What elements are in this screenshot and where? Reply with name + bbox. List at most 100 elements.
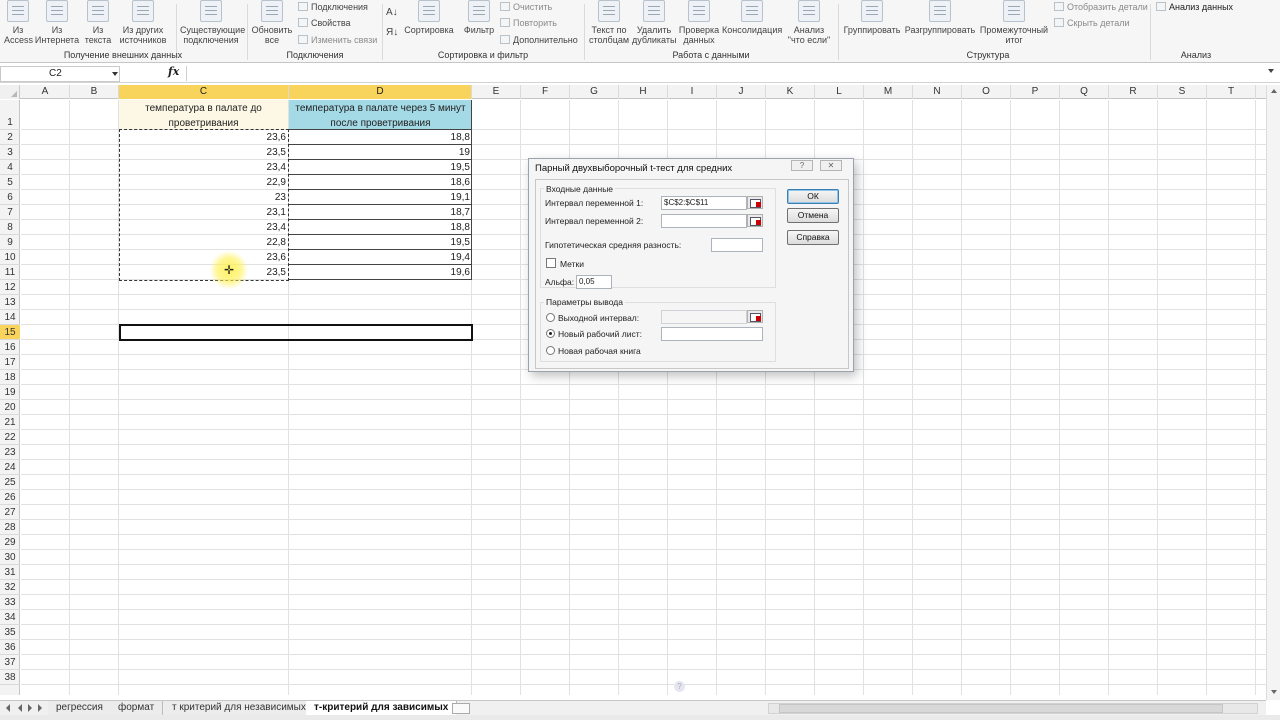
cell-d2[interactable]: 18,8 [289, 130, 472, 145]
remove-duplicates-button[interactable]: Удалить дубликаты [632, 0, 676, 45]
new-sheet-name-input[interactable] [661, 327, 763, 341]
row-header-16[interactable]: 16 [0, 340, 20, 355]
labels-checkbox[interactable] [546, 258, 556, 268]
column-header-p[interactable]: P [1011, 85, 1060, 99]
row-header-32[interactable]: 32 [0, 580, 20, 595]
edit-links-button[interactable]: Изменить связи [298, 35, 377, 45]
row-header-33[interactable]: 33 [0, 595, 20, 610]
row-header-34[interactable]: 34 [0, 610, 20, 625]
var2-range-input[interactable] [661, 214, 747, 228]
vertical-scrollbar[interactable] [1266, 85, 1280, 700]
reapply-button[interactable]: Повторить [500, 18, 557, 28]
var1-range-input[interactable]: $C$2:$C$11 [661, 196, 747, 210]
column-header-q[interactable]: Q [1060, 85, 1109, 99]
row-header-17[interactable]: 17 [0, 355, 20, 370]
row-header-4[interactable]: 4 [0, 160, 20, 175]
name-box[interactable]: C2 [0, 66, 120, 82]
output-range-input[interactable] [661, 310, 747, 324]
cell-d8[interactable]: 18,8 [289, 220, 472, 235]
horizontal-scroll-thumb[interactable] [779, 704, 1223, 713]
row-header-10[interactable]: 10 [0, 250, 20, 265]
from-other-sources-button[interactable]: Из других источников [114, 0, 172, 45]
alpha-input[interactable]: 0,05 [576, 275, 612, 289]
column-header-h[interactable]: H [619, 85, 668, 99]
column-header-e[interactable]: E [472, 85, 521, 99]
column-header-s[interactable]: S [1158, 85, 1207, 99]
row-header-7[interactable]: 7 [0, 205, 20, 220]
column-header-k[interactable]: K [766, 85, 815, 99]
from-web-button[interactable]: Из Интернета [34, 0, 80, 45]
cell-c1-header[interactable]: температура в палате до проветривания [119, 100, 288, 129]
row-header-1[interactable]: 1 [0, 100, 20, 130]
row-header-21[interactable]: 21 [0, 415, 20, 430]
ok-button[interactable]: ОК [787, 189, 839, 204]
dialog-help-icon[interactable]: ? [791, 160, 813, 171]
row-header-38[interactable]: 38 [0, 670, 20, 685]
what-if-button[interactable]: Анализ "что если" [784, 0, 834, 45]
row-header-20[interactable]: 20 [0, 400, 20, 415]
cell-d5[interactable]: 18,6 [289, 175, 472, 190]
row-header-5[interactable]: 5 [0, 175, 20, 190]
new-book-radio[interactable] [546, 346, 555, 355]
row-header-15[interactable]: 15 [0, 325, 20, 340]
row-header-14[interactable]: 14 [0, 310, 20, 325]
sheet-tab-2[interactable]: формат [110, 701, 164, 715]
row-header-3[interactable]: 3 [0, 145, 20, 160]
cell-d10[interactable]: 19,4 [289, 250, 472, 265]
row-header-31[interactable]: 31 [0, 565, 20, 580]
row-header-18[interactable]: 18 [0, 370, 20, 385]
cell-d1-header[interactable]: температура в палате через 5 минут после… [289, 100, 472, 129]
row-header-28[interactable]: 28 [0, 520, 20, 535]
connections-button[interactable]: Подключения [298, 2, 368, 12]
row-header-26[interactable]: 26 [0, 490, 20, 505]
clear-filter-button[interactable]: Очистить [500, 2, 552, 12]
from-access-button[interactable]: Из Access [4, 0, 33, 45]
dialog-close-icon[interactable]: ✕ [820, 160, 842, 171]
column-header-b[interactable]: B [70, 85, 119, 99]
data-validation-button[interactable]: Проверка данных [678, 0, 720, 45]
advanced-filter-button[interactable]: Дополнительно [500, 35, 578, 45]
row-header-8[interactable]: 8 [0, 220, 20, 235]
properties-button[interactable]: Свойства [298, 18, 351, 28]
row-header-11[interactable]: 11 [0, 265, 20, 280]
column-header-t[interactable]: T [1207, 85, 1256, 99]
row-header-37[interactable]: 37 [0, 655, 20, 670]
last-sheet-icon[interactable] [38, 704, 42, 712]
var1-range-picker-icon[interactable] [747, 196, 763, 209]
column-header-j[interactable]: J [717, 85, 766, 99]
select-all-corner[interactable] [0, 85, 20, 99]
show-detail-button[interactable]: Отобразить детали [1054, 2, 1148, 12]
row-header-19[interactable]: 19 [0, 385, 20, 400]
sheet-tab-3[interactable]: т критерий для независимых [164, 701, 315, 715]
column-header-c[interactable]: C [119, 85, 289, 99]
existing-connections-button[interactable]: Существующие подключения [180, 0, 245, 45]
formula-input[interactable] [190, 66, 1266, 82]
hide-detail-button[interactable]: Скрыть детали [1054, 18, 1130, 28]
column-header-o[interactable]: O [962, 85, 1011, 99]
cell-d6[interactable]: 19,1 [289, 190, 472, 205]
row-header-9[interactable]: 9 [0, 235, 20, 250]
name-box-dropdown-icon[interactable] [112, 72, 118, 76]
cell-d7[interactable]: 18,7 [289, 205, 472, 220]
filter-button[interactable]: Фильтр [462, 0, 496, 35]
row-header-30[interactable]: 30 [0, 550, 20, 565]
column-header-n[interactable]: N [913, 85, 962, 99]
sort-button[interactable]: Сортировка [404, 0, 454, 35]
column-header-m[interactable]: M [864, 85, 913, 99]
row-header-13[interactable]: 13 [0, 295, 20, 310]
row-header-35[interactable]: 35 [0, 625, 20, 640]
consolidate-button[interactable]: Консолидация [722, 0, 782, 35]
row-header-12[interactable]: 12 [0, 280, 20, 295]
refresh-all-button[interactable]: Обновить все [250, 0, 294, 45]
new-sheet-icon[interactable] [452, 703, 470, 714]
sort-az-button[interactable]: А↓ [386, 8, 398, 18]
column-header-f[interactable]: F [521, 85, 570, 99]
ungroup-button[interactable]: Разгруппировать [904, 0, 976, 35]
sheet-tab-1[interactable]: регрессия [48, 701, 112, 715]
column-header-l[interactable]: L [815, 85, 864, 99]
column-header-d[interactable]: D [289, 85, 472, 99]
scroll-up-icon[interactable] [1271, 89, 1277, 93]
column-header-i[interactable]: I [668, 85, 717, 99]
column-header-a[interactable]: A [21, 85, 70, 99]
from-text-button[interactable]: Из текста [82, 0, 114, 45]
